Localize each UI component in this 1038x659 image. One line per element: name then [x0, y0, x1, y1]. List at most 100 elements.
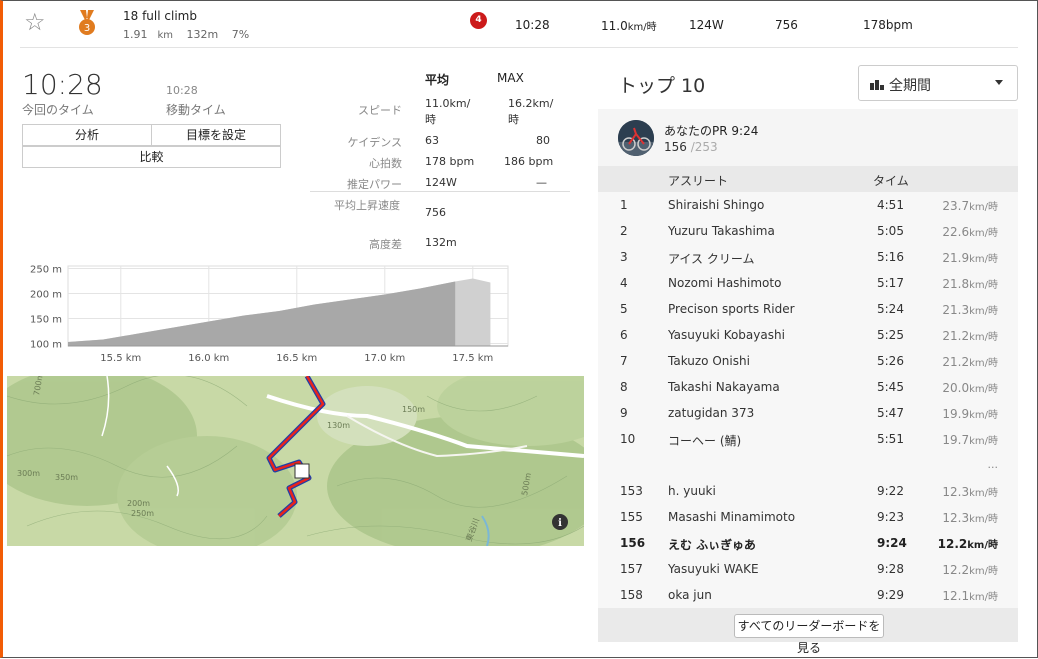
- row-speed: 12.3km/時: [942, 485, 998, 499]
- row-time[interactable]: 5:24: [877, 302, 904, 316]
- x-tick-label: 17.5 km: [452, 353, 493, 364]
- row-time[interactable]: 5:17: [877, 276, 904, 290]
- segment-name[interactable]: 18 full climb: [123, 9, 197, 23]
- leaderboard-row[interactable]: 9 zatugidan 373 5:47 19.9km/時: [598, 400, 1018, 426]
- row-athlete-name[interactable]: Nozomi Hashimoto: [668, 276, 781, 290]
- segment-vam: 756: [775, 18, 798, 32]
- row-athlete-name[interactable]: Takashi Nakayama: [668, 380, 780, 394]
- chevron-down-icon: [995, 80, 1003, 85]
- row-rank: 8: [620, 380, 628, 394]
- row-rank: 6: [620, 328, 628, 342]
- stats-avg-header: 平均: [425, 73, 450, 87]
- row-athlete-name[interactable]: Shiraishi Shingo: [668, 198, 764, 212]
- leaderboard-row[interactable]: 2 Yuzuru Takashima 5:05 22.6km/時: [598, 218, 1018, 244]
- x-tick-label: 17.0 km: [364, 353, 405, 364]
- leaderboard-row[interactable]: 1 Shiraishi Shingo 4:51 23.7km/時: [598, 192, 1018, 218]
- row-athlete-name[interactable]: oka jun: [668, 588, 712, 602]
- map-label-150: 150m: [402, 405, 425, 414]
- row-time[interactable]: 5:16: [877, 250, 904, 264]
- row-rank: 155: [620, 510, 643, 524]
- segment-distance: 1.91 km: [123, 28, 174, 41]
- row-time[interactable]: 5:45: [877, 380, 904, 394]
- leaderboard-row[interactable]: 157 Yasuyuki WAKE 9:28 12.2km/時: [598, 556, 1018, 582]
- leaderboard-row[interactable]: 8 Takashi Nakayama 5:45 20.0km/時: [598, 374, 1018, 400]
- see-all-leaderboards-button[interactable]: すべてのリーダーボードを見る: [734, 614, 884, 655]
- leaderboard-row[interactable]: 5 Precison sports Rider 5:24 21.3km/時: [598, 296, 1018, 322]
- row-athlete-name[interactable]: Yasuyuki WAKE: [668, 562, 759, 576]
- row-speed: 12.3km/時: [942, 511, 998, 525]
- y-tick-label: 100 m: [30, 340, 62, 351]
- period-dropdown-label: 全期間: [889, 78, 931, 94]
- leaderboard-row[interactable]: 156 えむ ふぃぎゅあ 9:24 12.2km/時: [598, 530, 1018, 556]
- stat-max-cadence: 80: [536, 134, 550, 147]
- route-marker: [294, 463, 310, 479]
- moving-time: 10:28: [166, 84, 198, 97]
- effort-time: 10:28: [22, 68, 103, 101]
- row-athlete-name[interactable]: コーヘー (鯖): [668, 432, 741, 449]
- row-time[interactable]: 5:26: [877, 354, 904, 368]
- row-athlete-name[interactable]: Masashi Minamimoto: [668, 510, 795, 524]
- row-athlete-name[interactable]: Precison sports Rider: [668, 302, 795, 316]
- leaderboard-row[interactable]: 155 Masashi Minamimoto 9:23 12.3km/時: [598, 504, 1018, 530]
- row-speed: 23.7km/時: [942, 199, 998, 213]
- leaderboard-row[interactable]: 7 Takuzo Onishi 5:26 21.2km/時: [598, 348, 1018, 374]
- row-time[interactable]: 4:51: [877, 198, 904, 212]
- row-rank: 157: [620, 562, 643, 576]
- row-time[interactable]: 9:23: [877, 510, 904, 524]
- row-time[interactable]: 9:24: [877, 536, 907, 550]
- row-athlete-name[interactable]: h. yuuki: [668, 484, 716, 498]
- leaderboard-row[interactable]: 153 h. yuuki 9:22 12.3km/時: [598, 478, 1018, 504]
- segment-power: 124W: [689, 18, 724, 32]
- map-label-200: 200m: [127, 499, 150, 508]
- moving-time-label: 移動タイム: [166, 103, 226, 117]
- x-tick-label: 16.5 km: [276, 353, 317, 364]
- stat-avg-cadence: 63: [425, 134, 439, 147]
- row-athlete-name[interactable]: zatugidan 373: [668, 406, 754, 420]
- map-label-300: 300m: [17, 469, 40, 478]
- row-speed: 21.9km/時: [942, 251, 998, 265]
- compare-button[interactable]: 比較: [22, 146, 281, 168]
- leaderboard-row[interactable]: 10 コーヘー (鯖) 5:51 19.7km/時: [598, 426, 1018, 452]
- row-time[interactable]: 5:05: [877, 224, 904, 238]
- pr-rank: 156 /253: [664, 140, 718, 154]
- bronze-medal-icon: 3: [79, 10, 95, 35]
- row-time[interactable]: 5:51: [877, 432, 904, 446]
- period-dropdown[interactable]: 全期間: [858, 65, 1018, 101]
- row-time[interactable]: 5:25: [877, 328, 904, 342]
- row-rank: 156: [620, 536, 646, 550]
- row-athlete-name[interactable]: アイス クリーム: [668, 250, 755, 267]
- leaderboard-row[interactable]: 6 Yasuyuki Kobayashi 5:25 21.2km/時: [598, 322, 1018, 348]
- avatar[interactable]: [618, 120, 654, 156]
- row-athlete-name[interactable]: Takuzo Onishi: [668, 354, 750, 368]
- star-icon[interactable]: ☆: [24, 8, 46, 36]
- row-speed: 20.0km/時: [942, 381, 998, 395]
- row-speed: 19.7km/時: [942, 433, 998, 447]
- row-speed: 21.2km/時: [942, 355, 998, 369]
- set-goal-button[interactable]: 目標を設定: [151, 124, 281, 146]
- leaderboard-row[interactable]: 4 Nozomi Hashimoto 5:17 21.8km/時: [598, 270, 1018, 296]
- row-athlete-name[interactable]: Yasuyuki Kobayashi: [668, 328, 785, 342]
- route-map[interactable]: 700m 150m 130m 300m 350m 200m 250m 500m …: [7, 376, 584, 546]
- row-speed: 12.2km/時: [942, 563, 998, 577]
- leaderboard-row[interactable]: 3 アイス クリーム 5:16 21.9km/時: [598, 244, 1018, 270]
- stat-label-climb-rate: 平均上昇速度: [334, 199, 400, 212]
- row-speed: 22.6km/時: [942, 225, 998, 239]
- pr-label: あなたのPR 9:24: [664, 124, 759, 138]
- row-rank: 4: [620, 276, 628, 290]
- segment-header: ☆ 3 18 full climb 1.91 km 132m 7% 4 10:28…: [20, 0, 1018, 48]
- row-time[interactable]: 9:22: [877, 484, 904, 498]
- segment-grade: 7%: [231, 28, 250, 41]
- elevation-chart[interactable]: 250 m 200 m 150 m 100 m 15.5 km 16.0 km 16.5 k…: [20, 258, 512, 370]
- row-time[interactable]: 9:29: [877, 588, 904, 602]
- row-speed: 21.8km/時: [942, 277, 998, 291]
- row-rank: 10: [620, 432, 636, 446]
- stat-max-power: —: [536, 176, 547, 189]
- row-time[interactable]: 9:28: [877, 562, 904, 576]
- leaderboard-row[interactable]: 158 oka jun 9:29 12.1km/時: [598, 582, 1018, 608]
- row-athlete-name[interactable]: えむ ふぃぎゅあ: [668, 536, 756, 553]
- analysis-button[interactable]: 分析: [22, 124, 152, 146]
- row-athlete-name[interactable]: Yuzuru Takashima: [668, 224, 775, 238]
- row-time[interactable]: 5:47: [877, 406, 904, 420]
- x-tick-label: 16.0 km: [188, 353, 229, 364]
- effort-time-label: 今回のタイム: [22, 103, 94, 117]
